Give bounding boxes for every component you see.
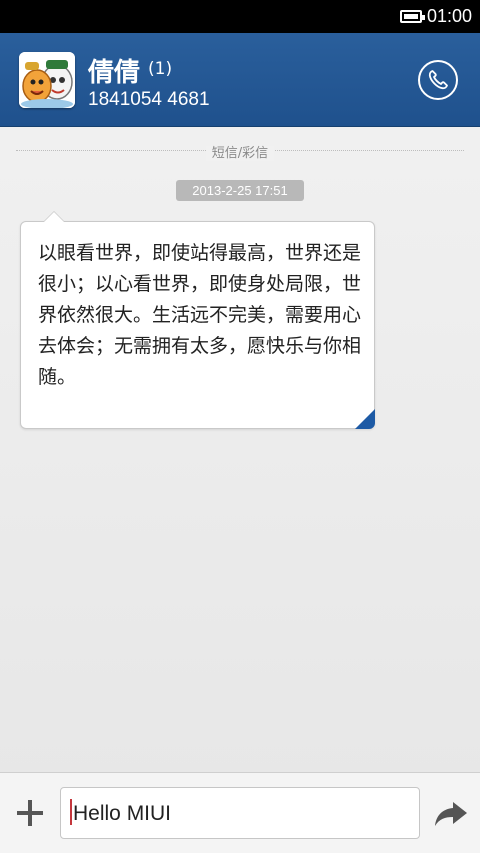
unread-count: (1) [148, 59, 173, 79]
message-type-label: 短信/彩信 [205, 146, 275, 161]
conversation-header: 倩倩 (1) 1841054 4681 [0, 33, 480, 127]
bubble-corner-marker [355, 409, 375, 429]
contact-avatar[interactable] [19, 52, 75, 108]
send-button[interactable] [433, 799, 469, 829]
battery-icon [400, 10, 425, 23]
avatar-cartoon-image [19, 52, 75, 108]
message-input[interactable]: Hello MIUI [60, 787, 420, 839]
status-clock: 01:00 [426, 6, 472, 26]
phone-icon [428, 70, 448, 90]
message-text: 以眼看世界，即使站得最高，世界还是很小；以心看世界，即使身处局限，世界依然很大。… [38, 242, 362, 388]
incoming-message-bubble[interactable]: 以眼看世界，即使站得最高，世界还是很小；以心看世界，即使身处局限，世界依然很大。… [20, 211, 375, 429]
status-bar: 01:00 [0, 0, 480, 33]
text-caret [70, 799, 72, 826]
composer-bar: Hello MIUI [0, 772, 480, 853]
contact-phone-number: 1841054 4681 [88, 89, 210, 110]
message-type-divider: 短信/彩信 [16, 141, 464, 161]
send-arrow-icon [435, 802, 467, 826]
call-button[interactable] [418, 60, 458, 100]
message-input-value: Hello MIUI [73, 802, 172, 825]
contact-name: 倩倩 [88, 58, 141, 88]
message-timestamp: 2013-2-25 17:51 [176, 180, 304, 201]
bubble-tail [43, 211, 65, 222]
add-attachment-button[interactable] [14, 797, 46, 829]
